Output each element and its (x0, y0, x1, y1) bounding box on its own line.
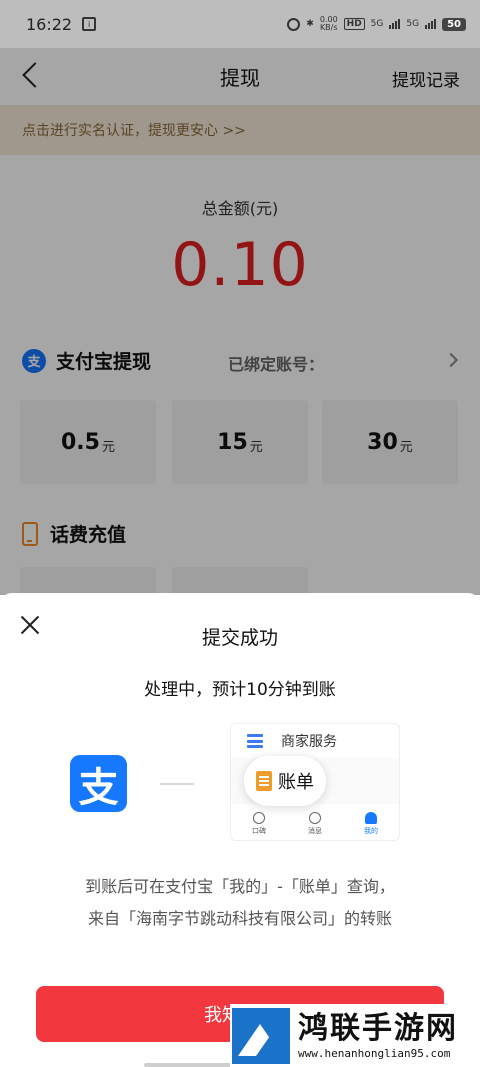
status-icons: ✱ 0.00 KB/s HD 5G 5G 50 (287, 16, 466, 32)
preview-tabbar: 口碑 消息 我的 (231, 804, 399, 840)
signal-5g-1: 5G (371, 19, 384, 29)
watermark-logo-icon (232, 1007, 290, 1064)
message-icon (309, 812, 321, 824)
stack-icon (247, 734, 263, 748)
bluetooth-icon: ✱ (306, 19, 314, 29)
alarm-icon (287, 17, 301, 31)
watermark-title: 鸿联手游网 (298, 1011, 458, 1046)
battery-icon: 50 (442, 17, 466, 31)
koubei-icon (253, 812, 265, 824)
alipay-logo-icon: 支 (70, 755, 127, 812)
preview-tab-label: 消息 (308, 827, 322, 835)
sheet-subtitle: 处理中，预计10分钟到账 (144, 680, 336, 700)
preview-tab-label: 口碑 (252, 827, 266, 835)
signal-label: 5G (406, 19, 420, 29)
signal-icon (389, 19, 401, 29)
watermark-text: 鸿联手游网 www.henanhonglian95.com (298, 1011, 458, 1060)
status-bar: 16:22 i ✱ 0.00 KB/s HD 5G 5G 50 (0, 0, 480, 48)
preview-tab: 消息 (308, 812, 322, 836)
bill-icon (256, 771, 272, 791)
watermark-url: www.henanhonglian95.com (298, 1047, 451, 1060)
user-icon (365, 812, 377, 824)
signal-label: 5G (370, 19, 384, 29)
preview-service-row: 商家服务 (231, 724, 399, 758)
bill-label: 账单 (278, 772, 314, 793)
sheet-note: 到账后可在支付宝「我的」-「账单」查询， 来自「海南字节跳动科技有限公司」的转账 (0, 871, 480, 935)
notification-icon: i (82, 17, 97, 31)
network-speed-unit: KB/s (319, 23, 338, 32)
preview-service-label: 商家服务 (281, 734, 337, 750)
preview-tab: 口碑 (252, 812, 266, 836)
sheet-title: 提交成功 (201, 627, 278, 649)
status-time: 16:22 (26, 14, 73, 34)
arrow-icon (160, 783, 194, 785)
signal-5g-2: 5G (406, 19, 419, 29)
note-line: 到账后可在支付宝「我的」-「账单」查询， (85, 877, 395, 896)
preview-tab-label: 我的 (364, 827, 378, 835)
site-watermark: 鸿联手游网 www.henanhonglian95.com (230, 1004, 480, 1067)
bill-bubble: 账单 (244, 756, 326, 806)
modal-overlay[interactable] (0, 48, 480, 595)
network-speed: 0.00 KB/s (320, 16, 338, 32)
preview-tab: 我的 (364, 812, 378, 836)
hd-badge: HD (343, 18, 365, 30)
signal-icon (425, 19, 437, 29)
success-sheet: 提交成功 处理中，预计10分钟到账 支 商家服务 口碑 消息 我的 账单 到账后… (0, 593, 480, 1067)
note-line: 来自「海南字节跳动科技有限公司」的转账 (87, 909, 392, 928)
